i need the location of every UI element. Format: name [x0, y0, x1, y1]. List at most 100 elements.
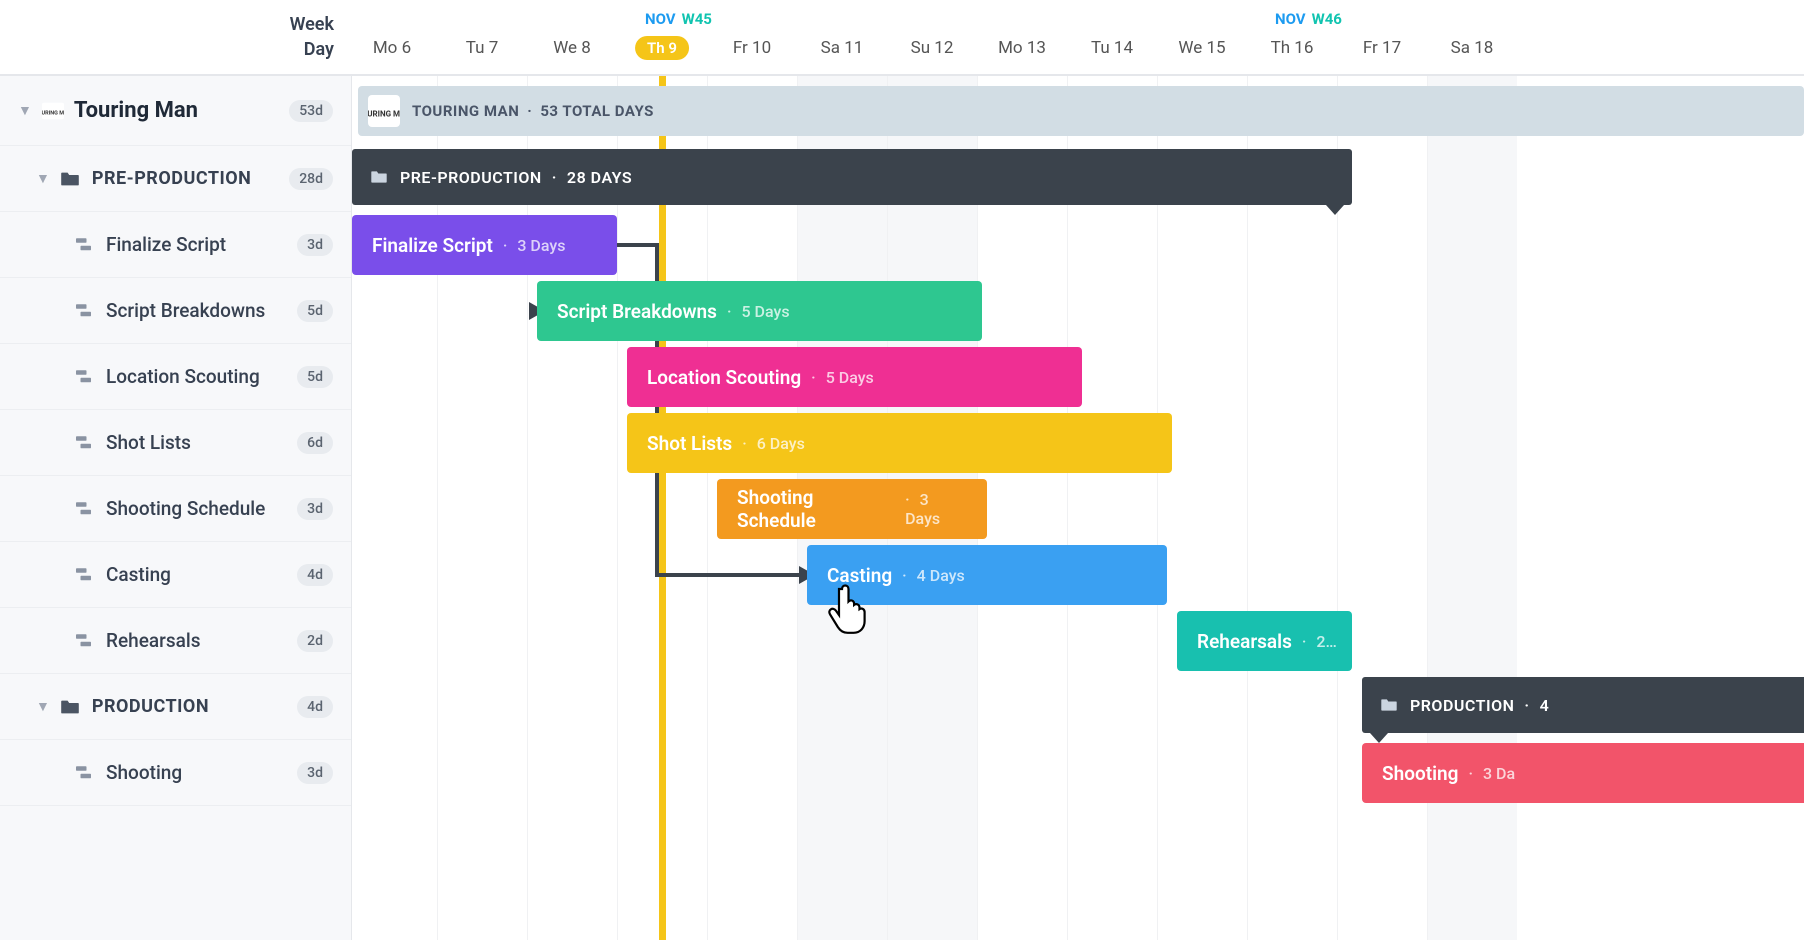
chevron-down-icon[interactable]: ▼: [18, 102, 32, 119]
gantt-chart[interactable]: TOURING MAN TOURING MAN·53 TOTAL DAYS PR…: [352, 76, 1804, 940]
task-name: Casting: [106, 563, 297, 586]
task-bar-duration: 3 Days: [503, 236, 566, 255]
day-label[interactable]: We 8: [553, 38, 591, 58]
task-icon: [76, 436, 94, 450]
day-label[interactable]: Sa 11: [821, 38, 864, 58]
phase-bar-label: PRODUCTION·4: [1410, 696, 1549, 715]
sidebar-item-task-schedule[interactable]: Shooting Schedule 3d: [0, 476, 351, 542]
phase-name: PRE-PRODUCTION: [92, 168, 289, 189]
day-label[interactable]: Sa 18: [1451, 38, 1494, 58]
chevron-down-icon[interactable]: ▼: [36, 698, 50, 715]
duration-badge: 5d: [297, 366, 333, 388]
today-line: [659, 76, 666, 940]
task-bar-duration: 5 Days: [727, 302, 790, 321]
day-label[interactable]: Fr 17: [1363, 38, 1401, 58]
task-icon: [76, 304, 94, 318]
day-label[interactable]: Su 12: [911, 38, 954, 58]
task-bar-duration: 2…: [1302, 632, 1337, 651]
task-bar-label: Script Breakdowns: [557, 300, 717, 323]
folder-icon: [60, 699, 80, 715]
task-name: Script Breakdowns: [106, 299, 297, 322]
day-label[interactable]: Mo 13: [998, 38, 1046, 58]
folder-icon: [370, 170, 388, 184]
task-icon: [76, 568, 94, 582]
sidebar-item-project[interactable]: ▼ TOURING MAN Touring Man 53d: [0, 76, 351, 146]
day-label[interactable]: Fr 10: [733, 38, 771, 58]
sidebar-item-task-casting[interactable]: Casting 4d: [0, 542, 351, 608]
project-summary-bar[interactable]: TOURING MAN TOURING MAN·53 TOTAL DAYS: [358, 86, 1804, 136]
project-bar-label: TOURING MAN·53 TOTAL DAYS: [412, 102, 654, 120]
week-label: NOVW46: [1275, 10, 1342, 28]
duration-badge: 3d: [297, 498, 333, 520]
day-label[interactable]: Mo 6: [373, 38, 411, 58]
task-bar-label: Finalize Script: [372, 234, 493, 257]
row-label-week: Week: [290, 14, 334, 35]
task-name: Location Scouting: [106, 365, 297, 388]
day-label[interactable]: We 15: [1178, 38, 1225, 58]
task-bar-label: Shooting: [1382, 762, 1458, 785]
duration-badge: 5d: [297, 300, 333, 322]
phase-name: PRODUCTION: [92, 696, 297, 717]
timeline-header: Week Day NOVW45 NOVW46 Mo 6 Tu 7 We 8 Th 9 Fr …: [0, 0, 1804, 75]
project-thumbnail-icon: TOURING MAN: [42, 102, 64, 120]
duration-badge: 2d: [297, 630, 333, 652]
row-label-day: Day: [304, 39, 334, 60]
day-label[interactable]: Th 9: [635, 38, 689, 58]
day-label[interactable]: Th 16: [1271, 38, 1314, 58]
task-bar-shotlist[interactable]: Shot Lists 6 Days: [627, 413, 1172, 473]
duration-badge: 3d: [297, 762, 333, 784]
sidebar-item-phase-prod[interactable]: ▼ PRODUCTION 4d: [0, 674, 351, 740]
duration-badge: 28d: [289, 168, 333, 190]
sidebar-item-phase-preprod[interactable]: ▼ PRE-PRODUCTION 28d: [0, 146, 351, 212]
day-label[interactable]: Tu 7: [466, 38, 499, 58]
task-bar-duration: 3 Days: [905, 490, 967, 528]
task-bar-duration: 5 Days: [811, 368, 874, 387]
project-thumbnail-icon: TOURING MAN: [368, 95, 400, 127]
duration-badge: 4d: [297, 564, 333, 586]
folder-icon: [1380, 698, 1398, 712]
task-icon: [76, 370, 94, 384]
svg-text:TOURING MAN: TOURING MAN: [42, 110, 64, 116]
task-icon: [76, 238, 94, 252]
task-name: Shooting Schedule: [106, 497, 297, 520]
duration-badge: 6d: [297, 432, 333, 454]
task-bar-label: Rehearsals: [1197, 630, 1292, 653]
phase-bar-label: PRE-PRODUCTION·28 DAYS: [400, 168, 632, 187]
task-bar-schedule[interactable]: Shooting Schedule3 Days: [717, 479, 987, 539]
sidebar: ▼ TOURING MAN Touring Man 53d▼ PRE-PRODU…: [0, 76, 352, 940]
task-icon: [76, 634, 94, 648]
svg-text:TOURING MAN: TOURING MAN: [368, 109, 400, 118]
sidebar-item-task-finalize[interactable]: Finalize Script 3d: [0, 212, 351, 278]
sidebar-item-task-shooting[interactable]: Shooting 3d: [0, 740, 351, 806]
project-name: Touring Man: [74, 98, 289, 123]
task-name: Finalize Script: [106, 233, 297, 256]
task-name: Rehearsals: [106, 629, 297, 652]
task-bar-location[interactable]: Location Scouting 5 Days: [627, 347, 1082, 407]
task-bar-shooting[interactable]: Shooting3 Da: [1362, 743, 1804, 803]
phase-bar-preprod[interactable]: PRE-PRODUCTION·28 DAYS: [352, 149, 1352, 205]
task-icon: [76, 502, 94, 516]
sidebar-item-task-breakdown[interactable]: Script Breakdowns 5d: [0, 278, 351, 344]
sidebar-item-task-shotlist[interactable]: Shot Lists 6d: [0, 410, 351, 476]
task-bar-rehearse[interactable]: Rehearsals 2…: [1177, 611, 1352, 671]
duration-badge: 3d: [297, 234, 333, 256]
task-bar-label: Location Scouting: [647, 366, 801, 389]
task-bar-casting[interactable]: Casting 4 Days: [807, 545, 1167, 605]
task-bar-label: Casting: [827, 564, 892, 587]
sidebar-item-task-rehearse[interactable]: Rehearsals 2d: [0, 608, 351, 674]
week-label: NOVW45: [645, 10, 712, 28]
sidebar-item-task-location[interactable]: Location Scouting 5d: [0, 344, 351, 410]
day-label[interactable]: Tu 14: [1091, 38, 1133, 58]
task-bar-duration: 4 Days: [902, 566, 965, 585]
task-icon: [76, 766, 94, 780]
task-bar-duration: 6 Days: [742, 434, 805, 453]
duration-badge: 4d: [297, 696, 333, 718]
header-row-labels: Week Day: [0, 0, 352, 74]
phase-bar-prod[interactable]: PRODUCTION·4: [1362, 677, 1804, 733]
chevron-down-icon[interactable]: ▼: [36, 170, 50, 187]
duration-badge: 53d: [289, 100, 333, 122]
task-name: Shot Lists: [106, 431, 297, 454]
task-bar-label: Shot Lists: [647, 432, 732, 455]
task-bar-finalize[interactable]: Finalize Script 3 Days: [352, 215, 617, 275]
task-bar-breakdown[interactable]: Script Breakdowns 5 Days: [537, 281, 982, 341]
